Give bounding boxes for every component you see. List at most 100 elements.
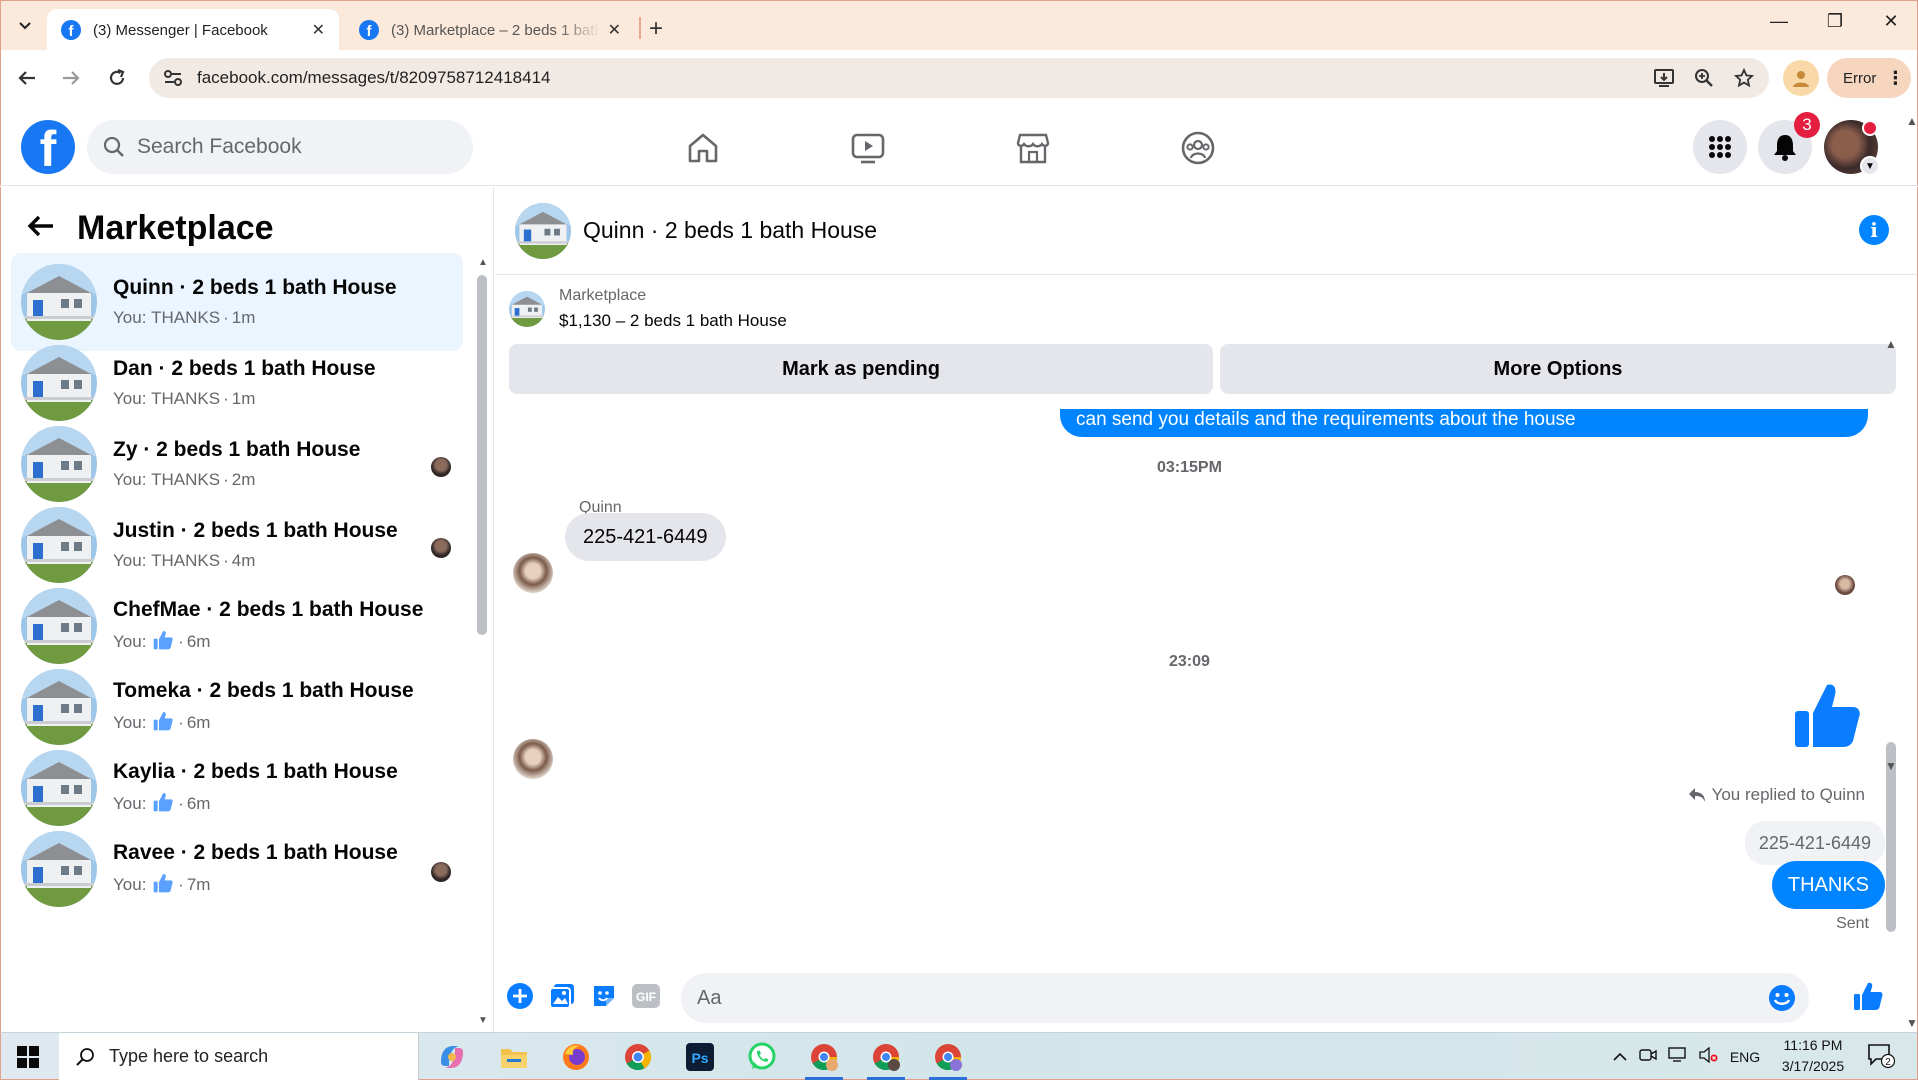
back-arrow-icon[interactable] bbox=[27, 212, 55, 246]
whatsapp-icon[interactable] bbox=[743, 1039, 781, 1075]
chat-title[interactable]: Quinn · 2 beds 1 bath House bbox=[583, 217, 877, 244]
large-like-thumb-icon bbox=[1793, 681, 1863, 756]
scroll-down-arrow-icon[interactable]: ▼ bbox=[1885, 759, 1897, 773]
photoshop-icon[interactable]: Ps bbox=[681, 1039, 719, 1075]
url-text: facebook.com/messages/t/8209758712418414 bbox=[197, 68, 551, 87]
taskbar-search[interactable]: Type here to search bbox=[59, 1033, 419, 1080]
facebook-favicon-icon: f bbox=[61, 20, 81, 40]
close-window-icon[interactable]: ✕ bbox=[1871, 11, 1911, 32]
home-icon[interactable] bbox=[681, 126, 725, 170]
scroll-up-arrow-icon[interactable]: ▲ bbox=[478, 257, 488, 268]
volume-muted-icon[interactable] bbox=[1693, 1046, 1723, 1066]
more-options-button[interactable]: More Options bbox=[1220, 344, 1896, 394]
error-menu-button[interactable]: Error ⋮ bbox=[1827, 58, 1911, 98]
marketplace-header: Marketplace bbox=[27, 209, 274, 248]
conversation-preview: You: THANKS · 1m bbox=[113, 389, 376, 409]
conversation-name: Justin · 2 beds 1 bath House bbox=[113, 519, 398, 542]
info-icon[interactable]: i bbox=[1859, 215, 1889, 245]
back-arrow-icon[interactable] bbox=[13, 64, 41, 92]
like-thumb-icon bbox=[153, 711, 173, 736]
bookmark-star-icon[interactable] bbox=[1729, 63, 1759, 93]
taskbar-search-placeholder: Type here to search bbox=[109, 1046, 269, 1066]
windows-start-icon[interactable] bbox=[17, 1046, 39, 1068]
message-input[interactable] bbox=[697, 986, 1717, 1010]
taskbar-clock[interactable]: 11:16 PM 3/17/2025 bbox=[1765, 1035, 1861, 1077]
notification-center-icon[interactable]: 2 bbox=[1867, 1043, 1896, 1069]
copilot-icon[interactable] bbox=[433, 1039, 471, 1075]
sticker-icon[interactable] bbox=[587, 979, 621, 1013]
chrome-profile-1-icon[interactable] bbox=[805, 1039, 843, 1080]
page-scroll-up-arrow-icon[interactable]: ▲ bbox=[1906, 114, 1918, 128]
file-explorer-icon[interactable] bbox=[495, 1039, 533, 1075]
emoji-smiley-icon[interactable] bbox=[1767, 983, 1797, 1018]
firefox-icon[interactable] bbox=[557, 1039, 595, 1075]
clock-time: 11:16 PM bbox=[1783, 1037, 1843, 1053]
message-input-box[interactable] bbox=[681, 973, 1809, 1023]
conversation-preview: You: · 6m bbox=[113, 711, 414, 736]
groups-icon[interactable] bbox=[1176, 126, 1220, 170]
facebook-search[interactable] bbox=[87, 120, 473, 174]
svg-text:GIF: GIF bbox=[636, 990, 656, 1004]
facebook-logo-icon[interactable]: f bbox=[21, 120, 75, 174]
conversation-preview: You: THANKS · 4m bbox=[113, 551, 398, 571]
new-tab-plus-icon[interactable]: + bbox=[649, 15, 663, 43]
zoom-icon[interactable] bbox=[1689, 63, 1719, 93]
preview-prefix: You: bbox=[113, 713, 152, 732]
network-icon[interactable] bbox=[1663, 1047, 1693, 1066]
menu-grid-icon[interactable] bbox=[1693, 120, 1747, 174]
windows-taskbar: Type here to search Ps ENG 11:16 PM 3/17… bbox=[0, 1032, 1918, 1080]
chrome-icon[interactable] bbox=[619, 1039, 657, 1075]
facebook-search-input[interactable] bbox=[137, 135, 457, 159]
sender-avatar[interactable] bbox=[513, 739, 553, 779]
listing-thumbnail[interactable] bbox=[515, 203, 571, 259]
seen-avatar bbox=[1835, 575, 1855, 595]
mark-as-pending-button[interactable]: Mark as pending bbox=[509, 344, 1213, 394]
conversation-item[interactable]: Ravee · 2 beds 1 bath House You: · 7m bbox=[11, 820, 463, 918]
search-icon bbox=[103, 136, 124, 157]
account-chevron-down-icon[interactable]: ▼ bbox=[1860, 156, 1880, 176]
minimize-icon[interactable]: — bbox=[1759, 11, 1799, 32]
forward-arrow-icon[interactable] bbox=[57, 64, 85, 92]
preview-prefix: You: bbox=[113, 794, 152, 813]
chrome-profile-2-icon[interactable] bbox=[867, 1039, 905, 1080]
address-bar[interactable]: facebook.com/messages/t/8209758712418414 bbox=[149, 58, 1769, 98]
chrome-profile-3-icon[interactable] bbox=[929, 1039, 967, 1080]
preview-message: THANKS bbox=[151, 551, 221, 570]
kebab-menu-icon: ⋮ bbox=[1886, 67, 1905, 88]
tray-chevron-up-icon[interactable] bbox=[1607, 1049, 1633, 1065]
language-indicator[interactable]: ENG bbox=[1723, 1049, 1767, 1065]
tab-marketplace[interactable]: f (3) Marketplace – 2 beds 1 bath ✕ bbox=[345, 9, 635, 51]
restore-icon[interactable]: ❐ bbox=[1815, 11, 1855, 32]
video-icon[interactable] bbox=[846, 126, 890, 170]
scroll-up-arrow-icon[interactable]: ▲ bbox=[1885, 337, 1897, 351]
reload-icon[interactable] bbox=[103, 64, 131, 92]
tab-close-icon[interactable]: ✕ bbox=[312, 20, 325, 40]
conversation-name: Dan · 2 beds 1 bath House bbox=[113, 357, 376, 380]
sender-avatar[interactable] bbox=[513, 553, 553, 593]
scroll-down-arrow-icon[interactable]: ▼ bbox=[478, 1015, 488, 1026]
preview-prefix: You: bbox=[113, 632, 152, 651]
preview-message: THANKS bbox=[151, 389, 221, 408]
preview-time: 4m bbox=[231, 551, 256, 570]
site-settings-icon[interactable] bbox=[161, 66, 185, 90]
tab-search-chevron-icon[interactable] bbox=[11, 13, 39, 39]
preview-time: 1m bbox=[231, 389, 256, 408]
conversation-preview: You: · 6m bbox=[113, 630, 423, 655]
browser-tabstrip: f (3) Messenger | Facebook ✕ f (3) Marke… bbox=[0, 0, 1918, 51]
gif-icon[interactable]: GIF bbox=[629, 979, 663, 1013]
separator-dot: · bbox=[223, 389, 229, 408]
conversation-preview: You: THANKS · 1m bbox=[113, 308, 397, 328]
profile-icon[interactable] bbox=[1783, 60, 1819, 96]
tab-close-icon[interactable]: ✕ bbox=[608, 20, 621, 40]
listing-card[interactable]: Marketplace $1,130 – 2 beds 1 bath House bbox=[509, 287, 787, 331]
tab-messenger[interactable]: f (3) Messenger | Facebook ✕ bbox=[47, 9, 339, 51]
send-like-thumb-icon[interactable] bbox=[1851, 979, 1885, 1013]
scrollbar-thumb[interactable] bbox=[477, 275, 487, 635]
photo-gallery-icon[interactable] bbox=[545, 979, 579, 1013]
reply-indicator: You replied to Quinn bbox=[1688, 785, 1865, 805]
marketplace-icon[interactable] bbox=[1011, 126, 1055, 170]
install-app-icon[interactable] bbox=[1649, 63, 1679, 93]
meet-now-icon[interactable] bbox=[1633, 1047, 1663, 1066]
add-plus-icon[interactable] bbox=[503, 979, 537, 1013]
page-scroll-down-arrow-icon[interactable]: ▼ bbox=[1906, 1016, 1918, 1030]
